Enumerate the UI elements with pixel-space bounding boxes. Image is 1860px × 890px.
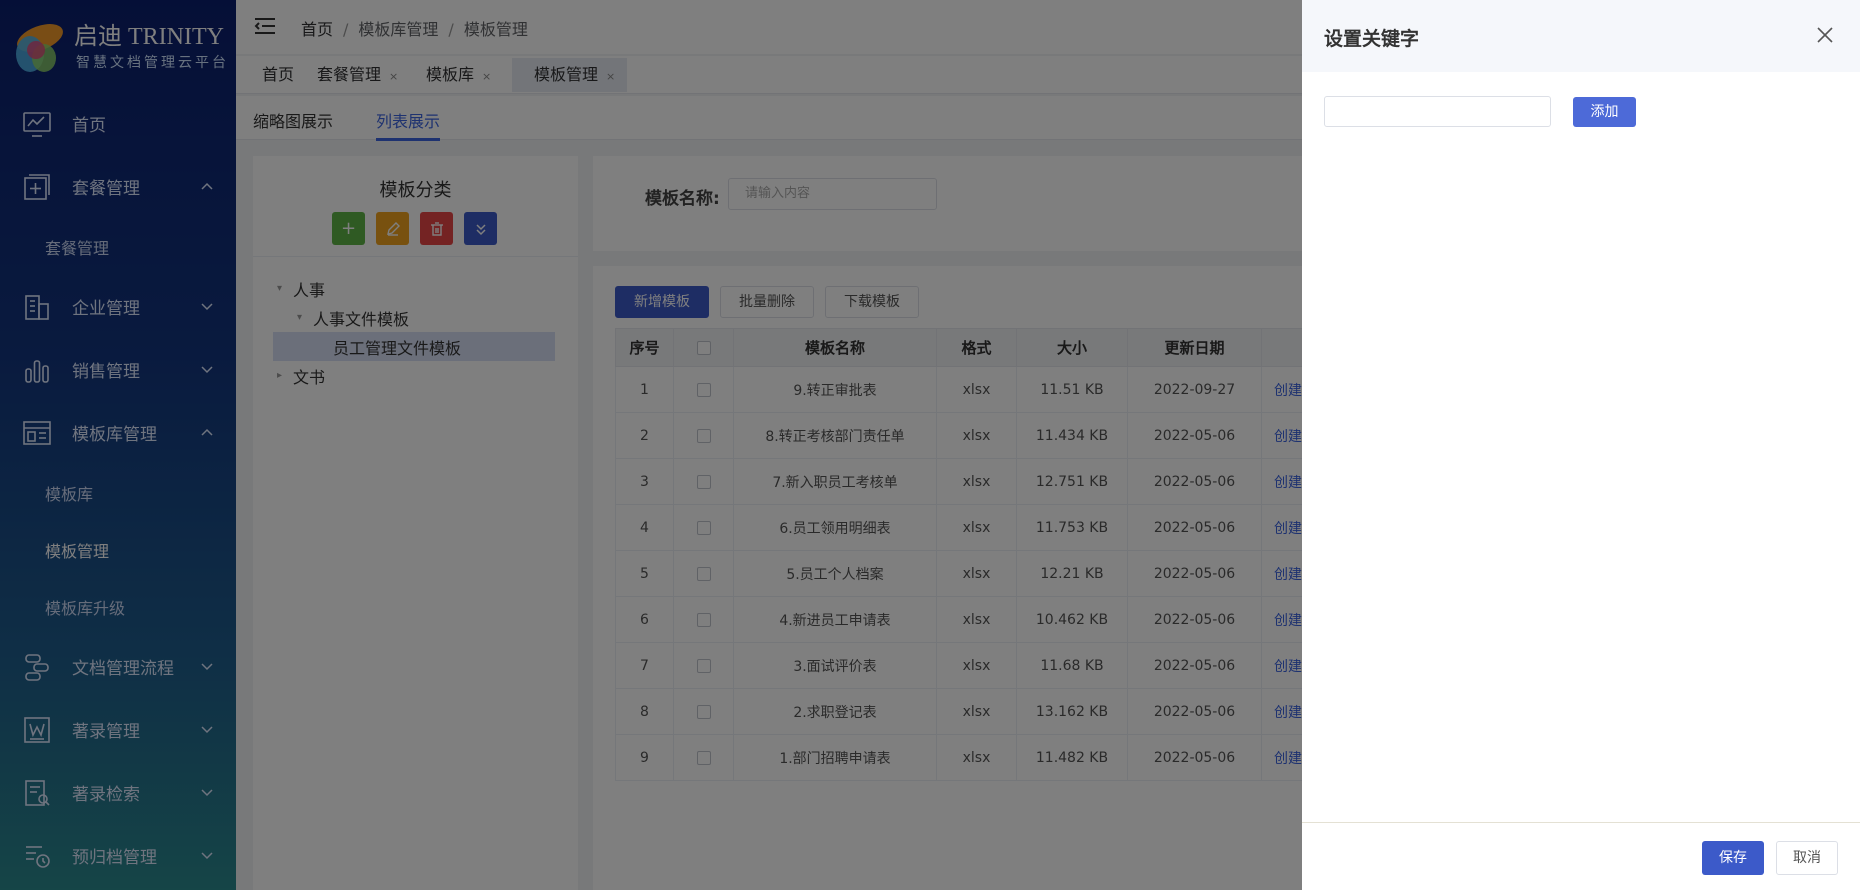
close-icon[interactable] [1814, 24, 1836, 46]
keyword-drawer: 设置关键字 添加 保存 取消 [1302, 0, 1860, 890]
drawer-header: 设置关键字 [1302, 0, 1860, 72]
add-keyword-button[interactable]: 添加 [1573, 97, 1636, 127]
cancel-button[interactable]: 取消 [1776, 841, 1838, 875]
drawer-footer: 保存 取消 [1302, 822, 1860, 890]
keyword-input[interactable] [1324, 96, 1551, 127]
save-button[interactable]: 保存 [1702, 841, 1764, 875]
drawer-title: 设置关键字 [1324, 28, 1420, 50]
